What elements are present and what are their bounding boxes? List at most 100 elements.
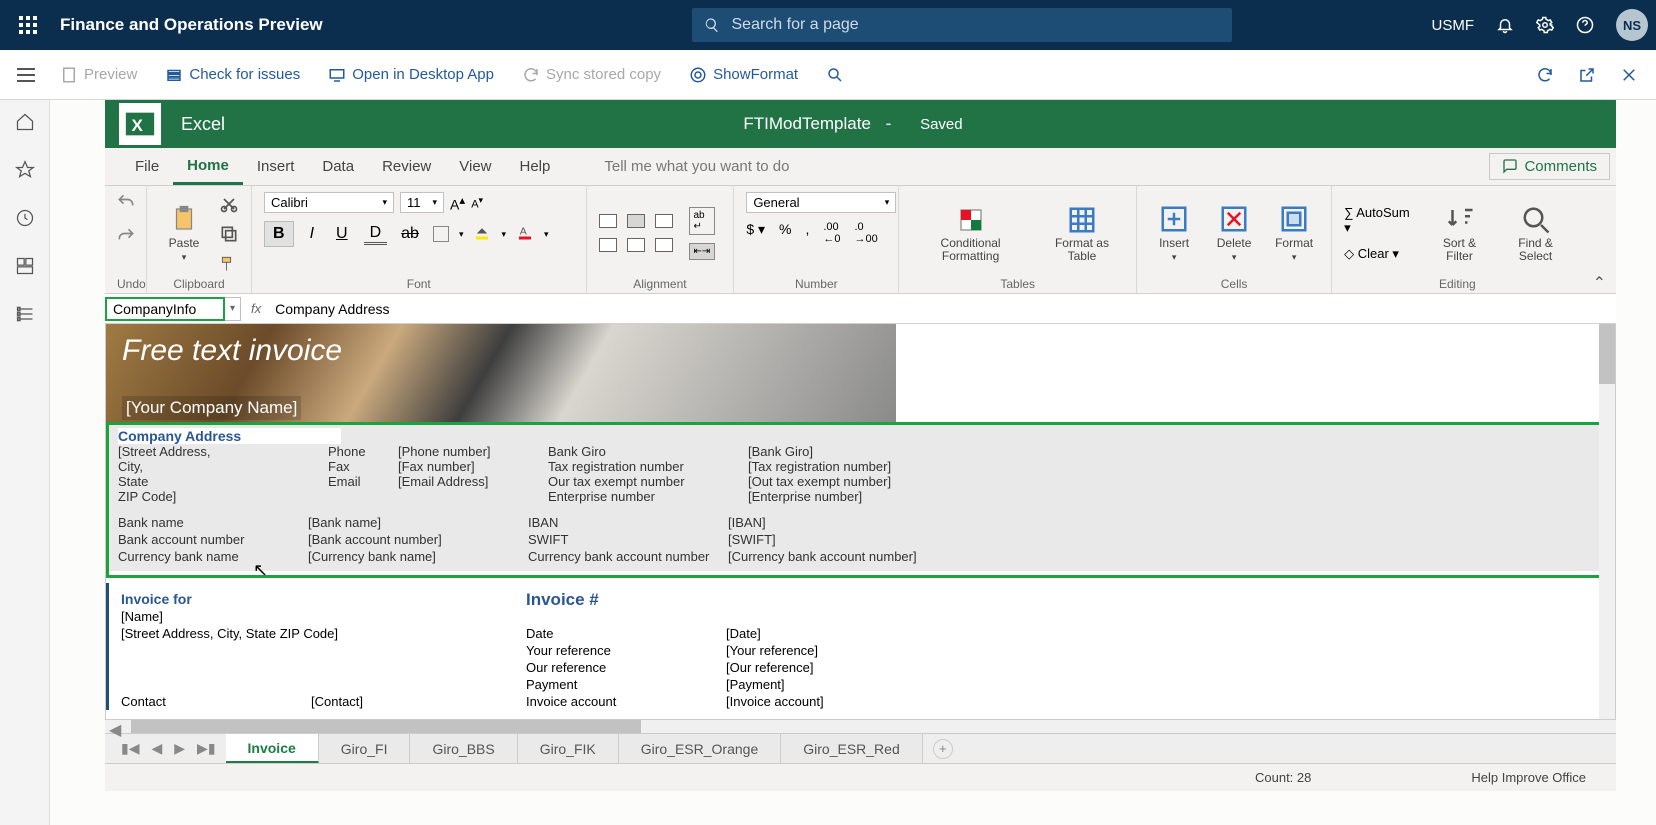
number-format-select[interactable]: General▾ bbox=[746, 192, 896, 213]
popout-icon[interactable] bbox=[1578, 66, 1596, 84]
close-icon[interactable] bbox=[1620, 66, 1638, 84]
font-name-select[interactable]: Calibri▾ bbox=[264, 192, 394, 213]
comma-icon[interactable]: , bbox=[805, 221, 809, 245]
font-size-select[interactable]: 11▾ bbox=[400, 192, 444, 213]
search-icon-toolbar[interactable] bbox=[812, 66, 858, 84]
find-select-button[interactable]: Find & Select bbox=[1501, 205, 1571, 263]
copy-icon[interactable] bbox=[219, 224, 239, 244]
refresh-icon[interactable] bbox=[1536, 66, 1554, 84]
shrink-font-icon[interactable]: A▾ bbox=[471, 195, 483, 211]
horizontal-scrollbar[interactable]: ◀ bbox=[105, 719, 1616, 733]
decrease-decimal-icon[interactable]: .0→00 bbox=[854, 221, 877, 245]
open-desktop-button[interactable]: Open in Desktop App bbox=[314, 66, 508, 84]
align-mid-center[interactable] bbox=[627, 238, 645, 252]
underline-icon[interactable]: U bbox=[330, 222, 354, 246]
sheet-nav-last[interactable]: ▶▮ bbox=[197, 740, 215, 757]
help-improve-link[interactable]: Help Improve Office bbox=[1471, 770, 1586, 785]
align-mid-right[interactable] bbox=[655, 238, 673, 252]
name-box[interactable]: CompanyInfo bbox=[105, 297, 225, 321]
check-issues-button[interactable]: Check for issues bbox=[151, 66, 314, 84]
sheet-tab-giro-esr-red[interactable]: Giro_ESR_Red bbox=[781, 734, 923, 763]
svg-text:A: A bbox=[520, 225, 527, 237]
sheet-nav-prev[interactable]: ◀ bbox=[151, 740, 162, 757]
nav-toggle[interactable] bbox=[6, 55, 46, 95]
preview-button[interactable]: Preview bbox=[46, 66, 151, 84]
sync-stored-button[interactable]: Sync stored copy bbox=[508, 66, 675, 84]
italic-icon[interactable]: I bbox=[304, 222, 320, 246]
paste-button[interactable]: Paste▾ bbox=[159, 204, 209, 263]
home-icon[interactable] bbox=[15, 112, 35, 132]
grow-font-icon[interactable]: A▴ bbox=[450, 193, 465, 213]
fx-icon[interactable]: fx bbox=[251, 301, 261, 316]
fill-color-icon[interactable] bbox=[473, 223, 491, 246]
selection-outline bbox=[106, 422, 1613, 578]
favorites-icon[interactable] bbox=[15, 160, 35, 180]
sheet-nav-first[interactable]: ▮◀ bbox=[121, 740, 139, 757]
percent-icon[interactable]: % bbox=[779, 221, 791, 245]
excel-logo: X bbox=[119, 103, 161, 145]
user-avatar[interactable]: NS bbox=[1616, 9, 1648, 41]
autosum-button[interactable]: ∑ AutoSum ▾ bbox=[1344, 205, 1418, 236]
workspaces-icon[interactable] bbox=[15, 256, 35, 276]
tab-insert[interactable]: Insert bbox=[243, 148, 309, 185]
format-as-table-button[interactable]: Format as Table bbox=[1040, 205, 1124, 263]
currency-icon[interactable]: $ ▾ bbox=[746, 221, 765, 245]
border-icon[interactable] bbox=[433, 226, 449, 242]
clear-button[interactable]: ◇ Clear ▾ bbox=[1344, 246, 1418, 262]
sheet-nav-next[interactable]: ▶ bbox=[174, 740, 185, 757]
excel-app-name: Excel bbox=[181, 114, 225, 135]
comments-button[interactable]: Comments bbox=[1489, 153, 1610, 180]
show-format-button[interactable]: ShowFormat bbox=[675, 66, 812, 84]
bold-icon[interactable]: B bbox=[264, 221, 294, 247]
strikethrough-icon[interactable]: ab bbox=[397, 222, 423, 246]
tab-file[interactable]: File bbox=[121, 148, 173, 185]
tab-data[interactable]: Data bbox=[308, 148, 368, 185]
align-top-center[interactable] bbox=[627, 214, 645, 228]
delete-cells-button[interactable]: Delete▾ bbox=[1209, 204, 1259, 263]
sheet-tab-giro-fi[interactable]: Giro_FI bbox=[319, 734, 411, 763]
font-color-icon[interactable]: A bbox=[516, 223, 534, 246]
help-icon[interactable] bbox=[1576, 16, 1594, 34]
tab-home[interactable]: Home bbox=[173, 148, 243, 185]
template-hero: Free text invoice [Your Company Name] bbox=[106, 324, 896, 424]
wrap-text-icon[interactable]: ab↵ bbox=[689, 207, 716, 235]
redo-icon[interactable] bbox=[116, 226, 136, 246]
name-box-dropdown[interactable]: ▾ bbox=[225, 297, 241, 321]
sheet-tab-giro-bbs[interactable]: Giro_BBS bbox=[410, 734, 517, 763]
conditional-formatting-button[interactable]: Conditional Formatting bbox=[911, 205, 1030, 263]
sheet-tab-giro-esr-orange[interactable]: Giro_ESR_Orange bbox=[619, 734, 782, 763]
excel-file-name: FTIModTemplate bbox=[743, 114, 871, 133]
formula-bar-input[interactable]: Company Address bbox=[271, 301, 1616, 317]
tab-help[interactable]: Help bbox=[506, 148, 565, 185]
settings-icon[interactable] bbox=[1536, 16, 1554, 34]
tab-review[interactable]: Review bbox=[368, 148, 445, 185]
double-underline-icon[interactable]: D bbox=[364, 224, 388, 245]
tell-me-input[interactable]: Tell me what you want to do bbox=[604, 158, 789, 175]
format-cells-button[interactable]: Format▾ bbox=[1269, 204, 1319, 263]
company-code[interactable]: USMF bbox=[1432, 17, 1475, 34]
align-mid-left[interactable] bbox=[599, 238, 617, 252]
excel-save-status: Saved bbox=[920, 116, 963, 133]
vertical-scrollbar[interactable] bbox=[1599, 324, 1615, 719]
undo-icon[interactable] bbox=[116, 192, 136, 212]
collapse-ribbon-icon[interactable]: ⌃ bbox=[1583, 186, 1616, 293]
sheet-tab-giro-fik[interactable]: Giro_FIK bbox=[518, 734, 619, 763]
align-top-right[interactable] bbox=[655, 214, 673, 228]
tab-view[interactable]: View bbox=[445, 148, 505, 185]
insert-cells-button[interactable]: Insert▾ bbox=[1149, 204, 1199, 263]
merge-icon[interactable]: ⇤⇥ bbox=[689, 243, 716, 260]
format-painter-icon[interactable] bbox=[219, 254, 239, 274]
align-top-left[interactable] bbox=[599, 214, 617, 228]
recent-icon[interactable] bbox=[15, 208, 35, 228]
notifications-icon[interactable] bbox=[1496, 16, 1514, 34]
search-input[interactable]: Search for a page bbox=[692, 8, 1232, 42]
modules-icon[interactable] bbox=[15, 304, 35, 324]
app-title: Finance and Operations Preview bbox=[60, 15, 323, 35]
search-placeholder: Search for a page bbox=[732, 16, 859, 34]
add-sheet-button[interactable]: + bbox=[933, 739, 953, 759]
sheet-tab-invoice[interactable]: Invoice bbox=[226, 734, 319, 763]
app-launcher[interactable] bbox=[8, 5, 48, 45]
increase-decimal-icon[interactable]: .00←0 bbox=[823, 221, 840, 245]
sort-filter-button[interactable]: Sort & Filter bbox=[1428, 205, 1490, 263]
cut-icon[interactable] bbox=[219, 194, 239, 214]
